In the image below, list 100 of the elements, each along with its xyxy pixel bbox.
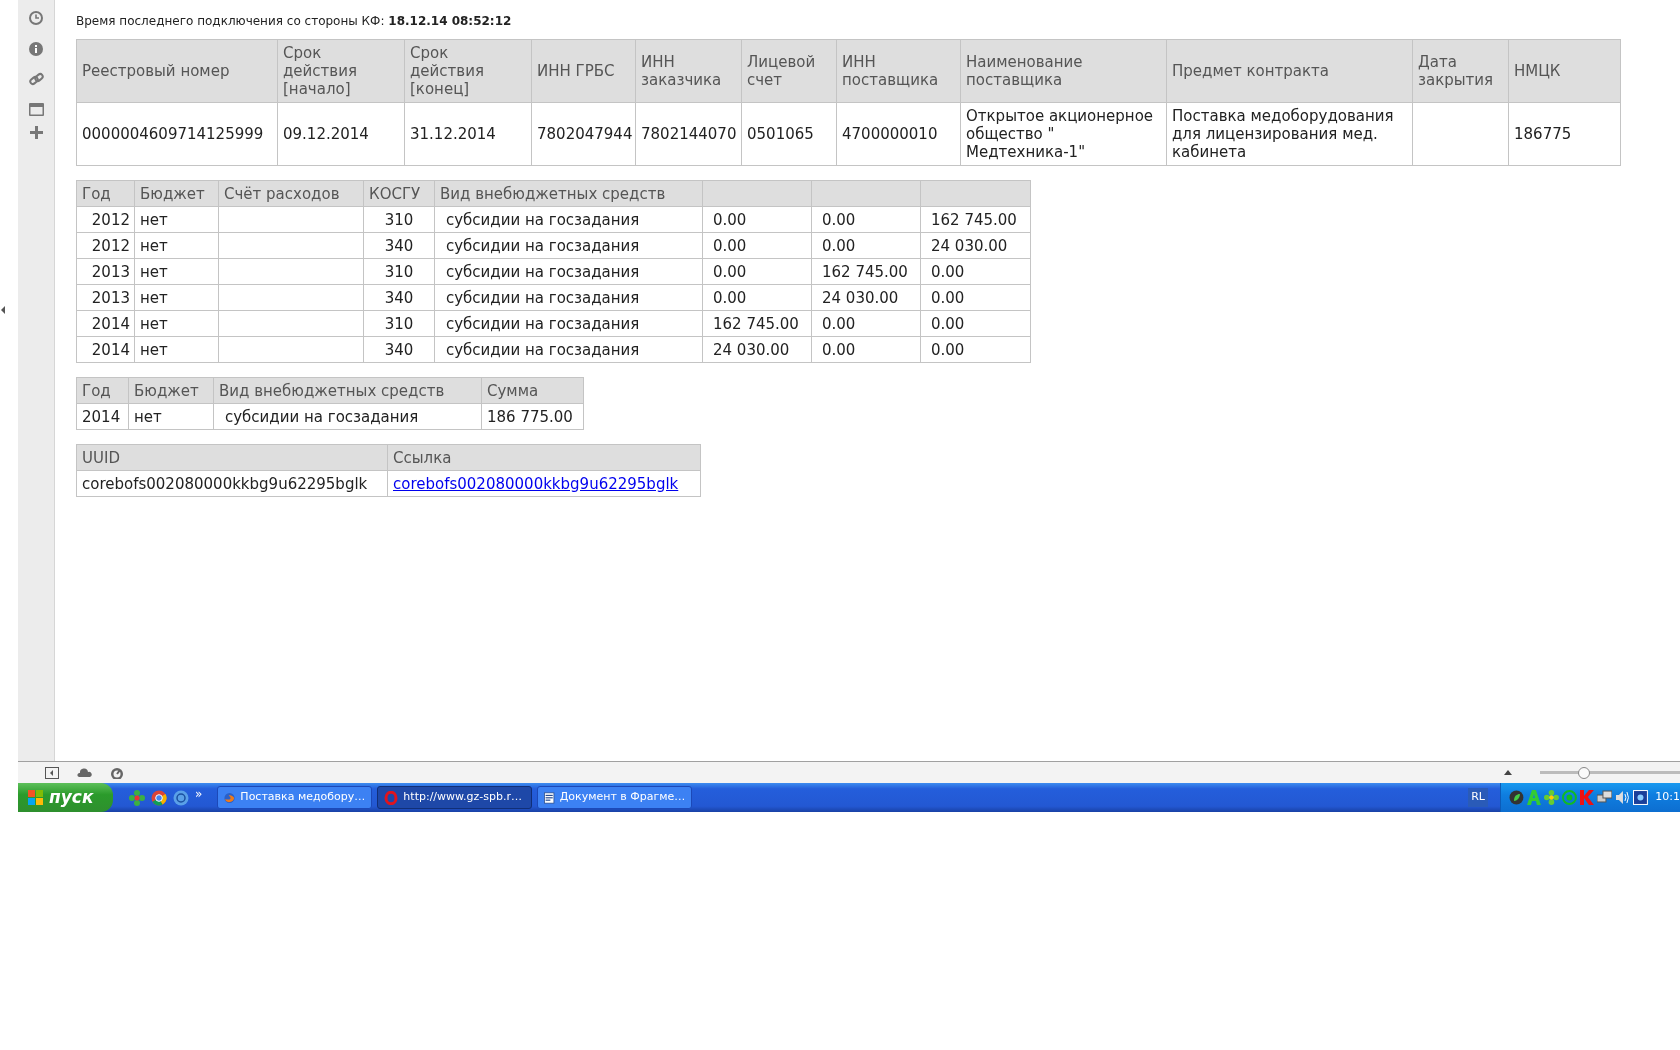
table-cell: 24 030.00 [822, 288, 899, 307]
monitor-icon[interactable] [1633, 790, 1649, 805]
browser-icon [224, 790, 236, 805]
table-cell: 0000004609714125999 [82, 125, 264, 143]
column-header: Предмет контракта [1166, 39, 1413, 103]
clock-icon[interactable] [28, 10, 44, 26]
table-cell: 24 030.00 [931, 236, 1008, 255]
table-cell: 162 745.00 [713, 314, 799, 333]
column-header: ИНН заказчика [635, 39, 742, 103]
ring-icon [384, 790, 399, 805]
table-cell: 340 [384, 340, 414, 359]
table-cell: 0.00 [713, 210, 747, 229]
table-cell: 09.12.2014 [283, 125, 369, 143]
column-header: Реестровый номер [76, 39, 278, 103]
plus-icon[interactable] [29, 126, 43, 139]
table-cell: 7802047944 [537, 125, 633, 143]
table-cell: 0.00 [931, 340, 965, 359]
table-cell: 0.00 [822, 314, 856, 333]
column-header: Счёт расходов [218, 180, 364, 207]
table-cell: 0.00 [822, 236, 856, 255]
column-header: Бюджет [134, 180, 219, 207]
table-cell: субсидии на госзадания [446, 288, 640, 307]
column-header: Вид внебюджетных средств [434, 180, 703, 207]
table-cell: 2012 [91, 236, 130, 255]
network-icon[interactable] [1596, 790, 1613, 805]
table-cell: нет [140, 210, 168, 229]
column-header: Вид внебюджетных средств [213, 377, 482, 404]
link-icon[interactable] [28, 72, 44, 87]
column-header: Бюджет [128, 377, 214, 404]
table-cell: 310 [384, 314, 414, 333]
more-arrows[interactable]: » [195, 784, 203, 803]
speedometer-icon[interactable] [110, 766, 124, 779]
panel-toggle-icon[interactable] [45, 766, 59, 779]
table-cell: 0.00 [713, 288, 747, 307]
language-indicator[interactable]: RL [1468, 788, 1488, 807]
column-header: НМЦК [1508, 39, 1621, 103]
up-triangle-icon[interactable] [1504, 770, 1512, 775]
table-cell: 0.00 [931, 314, 965, 333]
table-cell: нет [134, 407, 162, 426]
info-icon[interactable] [29, 42, 43, 56]
connection-time-text: Время последнего подключения со стороны КФ: 18.12.14 08:52:12 [76, 13, 513, 30]
cloud-icon[interactable] [77, 768, 92, 777]
table-cell: нет [140, 340, 168, 359]
collapse-arrow-icon[interactable] [1, 306, 6, 314]
column-header: ИНН ГРБС [531, 39, 636, 103]
globe-icon[interactable] [173, 789, 189, 806]
table-cell: 31.12.2014 [410, 125, 496, 143]
table-cell: corebofs002080000kkbg9u62295bglk [82, 474, 368, 493]
leaf-icon[interactable] [1509, 790, 1524, 805]
taskbar-button[interactable]: Поставка медобору… [217, 786, 373, 809]
table-cell: 162 745.00 [822, 262, 908, 281]
table-cell: нет [140, 288, 168, 307]
clock-text: 10:1 [1655, 789, 1680, 806]
table-cell: субсидии на госзадания [446, 236, 640, 255]
window-icon[interactable] [28, 103, 44, 116]
column-header: ИНН поставщика [836, 39, 961, 103]
flower-icon[interactable] [129, 789, 145, 806]
column-header: Лицевой счет [741, 39, 837, 103]
table-cell: субсидии на госзадания [225, 407, 419, 426]
table-cell: Открытое акционерное общество " Медтехника-1" [966, 107, 1154, 161]
zoom-slider[interactable] [1540, 765, 1680, 780]
column-header: Сумма [481, 377, 584, 404]
table-cell: 0.00 [713, 262, 747, 281]
table-cell: 310 [384, 262, 414, 281]
column-header: Срок действия [начало] [277, 39, 405, 103]
table-cell: 0.00 [931, 288, 965, 307]
table-cell: 2014 [91, 340, 130, 359]
column-header: Ссылка [387, 444, 701, 471]
column-header: Срок действия [конец] [404, 39, 532, 103]
windows-flag-icon [28, 789, 44, 806]
start-button[interactable]: пуск [18, 783, 113, 812]
table-cell: 2014 [91, 314, 130, 333]
table-cell: 7802144070 [641, 125, 737, 143]
table-cell: 186775 [1514, 125, 1572, 143]
table-cell: субсидии на госзадания [446, 262, 640, 281]
table-cell: 2013 [91, 262, 130, 281]
table-cell: Поставка медоборудования для лицензирования мед. кабинета [1172, 107, 1394, 161]
table-cell: нет [140, 314, 168, 333]
taskbar-button[interactable]: Документ в Фрагме… [537, 786, 693, 809]
table-cell: 2013 [91, 288, 130, 307]
column-header: Наименование поставщика [960, 39, 1167, 103]
column-header: КОСГУ [363, 180, 435, 207]
document-icon [544, 790, 555, 805]
table-cell: 0.00 [822, 210, 856, 229]
table-cell: 24 030.00 [713, 340, 790, 359]
table-cell: 2014 [82, 407, 121, 426]
table-cell: 2012 [91, 210, 130, 229]
column-header: Дата закрытия [1412, 39, 1509, 103]
column-header: Год [76, 377, 129, 404]
slider-thumb[interactable] [1578, 766, 1591, 779]
table-cell: 310 [384, 210, 414, 229]
table-cell: 0.00 [822, 340, 856, 359]
table-cell: 0.00 [713, 236, 747, 255]
table-cell: 4700000010 [842, 125, 938, 143]
table-cell: 186 775.00 [487, 407, 573, 426]
taskbar-button[interactable]: http://www.gz-spb.r… [377, 786, 533, 809]
browser-icon[interactable] [151, 789, 167, 806]
speaker-icon[interactable] [1615, 790, 1631, 805]
table-cell: 340 [384, 236, 414, 255]
flower-icon[interactable] [1543, 790, 1559, 805]
